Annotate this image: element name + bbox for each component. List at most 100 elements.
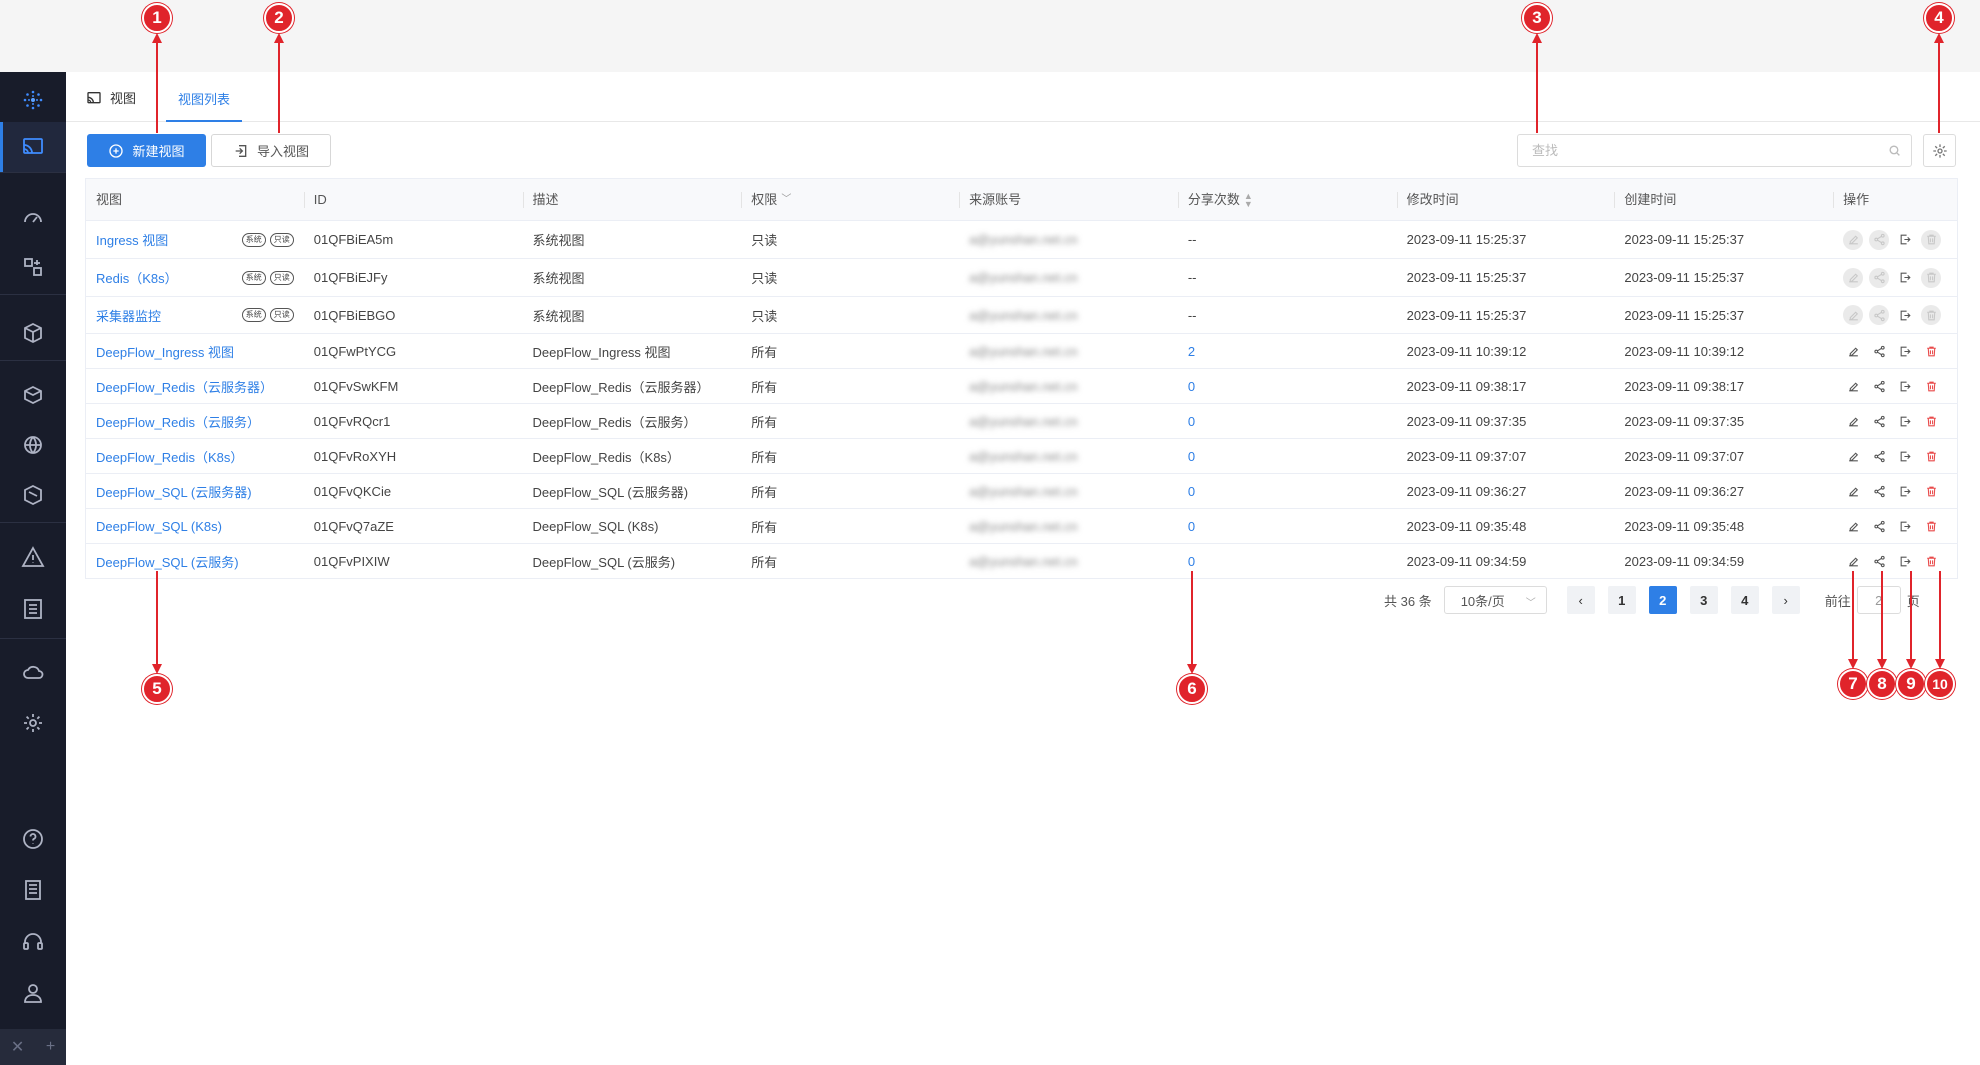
share-icon[interactable] [1869,481,1889,501]
page-button-4[interactable]: 4 [1730,586,1759,614]
share-count[interactable]: 0 [1178,369,1397,403]
page-button-3[interactable]: 3 [1689,586,1718,614]
table-row: DeepFlow_SQL (云服务) 01QFvPIXIW DeepFlow_S… [86,544,1957,578]
delete-icon[interactable] [1921,411,1941,431]
edit-icon[interactable] [1843,481,1863,501]
share-count[interactable]: 0 [1178,474,1397,508]
expand-icon[interactable]: + [46,1038,55,1056]
view-name-link[interactable]: Redis（K8s） 系统 只读 [86,259,304,296]
search-icon[interactable] [1888,144,1901,157]
new-view-button[interactable]: 新建视图 [87,134,206,167]
edit-icon[interactable] [1843,551,1863,571]
sidebar-item-support[interactable] [0,917,66,967]
share-count[interactable]: 0 [1178,544,1397,578]
edit-icon[interactable] [1843,516,1863,536]
delete-icon[interactable] [1921,516,1941,536]
share-icon[interactable] [1869,551,1889,571]
sidebar-item-views[interactable] [0,122,66,172]
export-icon[interactable] [1895,230,1915,250]
export-icon[interactable] [1895,516,1915,536]
delete-icon[interactable] [1921,551,1941,571]
share-icon[interactable] [1869,376,1889,396]
collapse-icon[interactable]: ✕ [11,1037,24,1057]
filter-chevron-icon[interactable]: ﹀ [781,179,791,221]
share-icon[interactable] [1869,305,1890,325]
export-icon[interactable] [1895,376,1915,396]
sidebar-item-help[interactable] [0,814,66,864]
share-count[interactable]: 2 [1178,334,1397,368]
sidebar-item-network[interactable] [0,420,66,470]
edit-icon[interactable] [1843,267,1864,288]
sidebar-item-tracing[interactable] [0,308,66,358]
export-icon[interactable] [1895,268,1915,288]
import-view-button[interactable]: 导入视图 [211,134,331,167]
share-icon[interactable] [1869,229,1890,250]
edit-icon[interactable] [1843,341,1863,361]
view-name-link[interactable]: DeepFlow_Redis（云服务） [86,404,304,438]
page-button-2[interactable]: 2 [1648,586,1677,614]
view-name-link[interactable]: 采集器监控 系统 只读 [86,297,304,333]
page-button-1[interactable]: 1 [1607,586,1636,614]
view-name-link[interactable]: DeepFlow_SQL (云服务器) [86,474,304,508]
goto-page-input[interactable] [1856,586,1901,614]
share-icon[interactable] [1869,267,1890,288]
table-row: Redis（K8s） 系统 只读 01QFBiEJFy 系统视图 只读 a@yuns… [86,259,1957,297]
export-icon[interactable] [1895,481,1915,501]
view-name-link[interactable]: Ingress 视图 系统 只读 [86,221,304,258]
delete-icon[interactable] [1921,341,1941,361]
edit-icon[interactable] [1843,446,1863,466]
share-icon[interactable] [1869,446,1889,466]
view-name-link[interactable]: DeepFlow_Ingress 视图 [86,334,304,368]
view-id: 01QFvPIXIW [313,553,390,569]
delete-icon[interactable] [1921,305,1942,325]
sidebar-item-packages[interactable] [0,470,66,520]
delete-icon[interactable] [1921,446,1941,466]
share-count[interactable]: 0 [1178,404,1397,438]
sidebar-item-topology[interactable] [0,242,66,292]
edit-icon[interactable] [1843,376,1863,396]
view-perm: 所有 [751,379,778,395]
view-name-link[interactable]: DeepFlow_Redis（云服务器） [86,369,304,403]
share-icon[interactable] [1869,411,1889,431]
sidebar-item-alerts[interactable] [0,532,66,582]
settings-button[interactable] [1923,134,1956,167]
col-header-perm[interactable]: 权限 ﹀ [741,179,959,221]
page-size-select[interactable]: 10条/页 ﹀ [1443,586,1547,614]
logo-icon[interactable] [0,75,66,125]
delete-icon[interactable] [1921,267,1942,288]
view-id: 01QFBiEA5m [313,232,394,247]
export-icon[interactable] [1895,305,1915,325]
sidebar-item-settings[interactable] [0,698,66,748]
sidebar-item-reports[interactable] [0,584,66,634]
edit-icon[interactable] [1843,229,1864,250]
view-name-link[interactable]: DeepFlow_SQL (K8s) [86,509,304,543]
export-icon[interactable] [1895,551,1915,571]
view-name-link[interactable]: DeepFlow_SQL (云服务) [86,544,304,578]
edit-icon[interactable] [1843,411,1863,431]
view-name-link[interactable]: DeepFlow_Redis（K8s） [86,439,304,473]
sidebar-item-docs[interactable] [0,865,66,915]
sidebar-item-dashboard[interactable] [0,192,66,242]
export-icon[interactable] [1895,341,1915,361]
tab-view-list[interactable]: 视图列表 [166,72,243,122]
share-count[interactable]: 0 [1178,509,1397,543]
sidebar-item-cloud[interactable] [0,647,66,697]
share-icon[interactable] [1869,516,1889,536]
col-header-shares[interactable]: 分享次数 ▲ ▼ [1177,179,1397,221]
share-icon[interactable] [1869,341,1889,361]
export-icon[interactable] [1895,411,1915,431]
tab-view[interactable]: 视图 [86,88,136,107]
sidebar-item-resources[interactable] [0,370,66,420]
delete-icon[interactable] [1921,376,1941,396]
search-input[interactable] [1518,135,1858,166]
sidebar-item-user[interactable] [0,968,66,1018]
prev-page-button[interactable]: ‹ [1566,586,1595,614]
export-icon[interactable] [1895,446,1915,466]
arrowhead [1532,33,1542,43]
delete-icon[interactable] [1921,229,1942,250]
edit-icon[interactable] [1843,305,1864,325]
sort-icon[interactable]: ▲ ▼ [1244,192,1253,209]
share-count[interactable]: 0 [1178,439,1397,473]
delete-icon[interactable] [1921,481,1941,501]
next-page-button[interactable]: › [1771,586,1800,614]
